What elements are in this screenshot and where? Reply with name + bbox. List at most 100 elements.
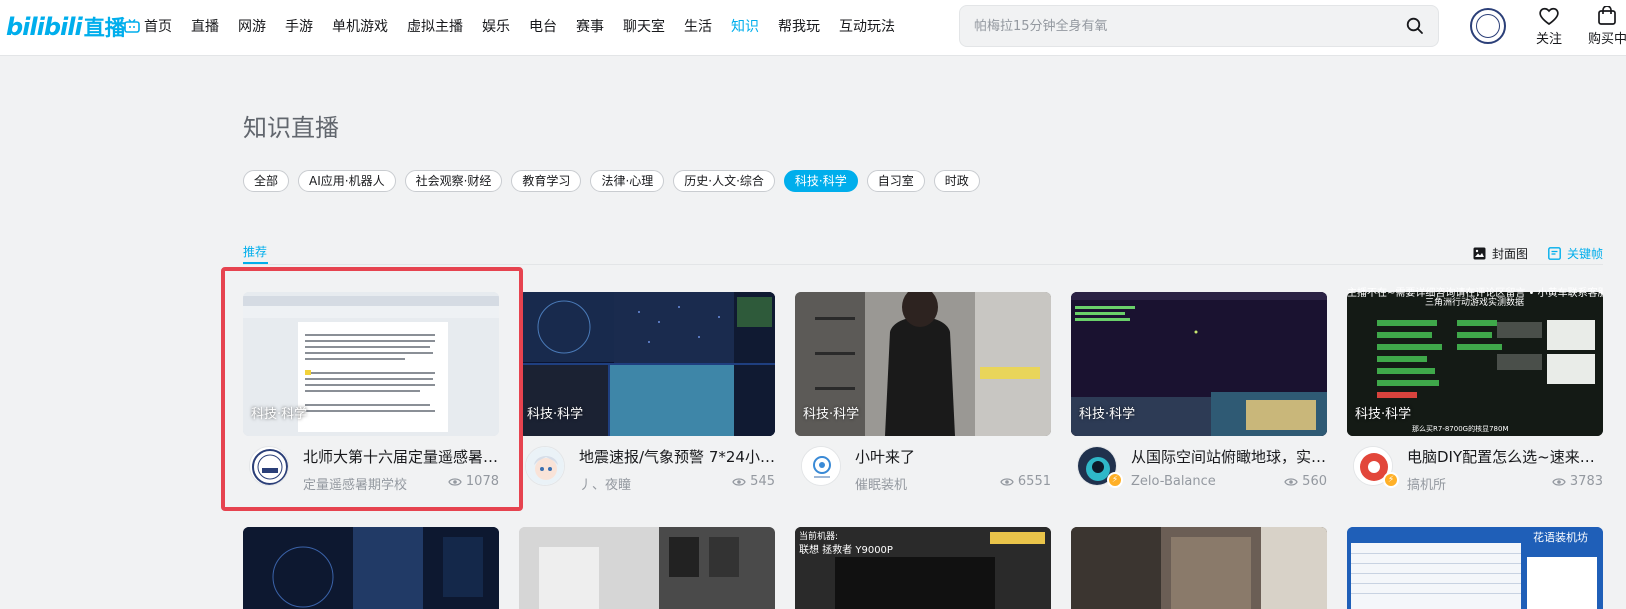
eye-icon xyxy=(732,477,746,486)
category-tags: 全部 AI应用·机器人 社会观察·财经 教育学习 法律·心理 历史·人文·综合 科技·科学自… xyxy=(243,170,989,192)
card-thumbnail[interactable]: 科技·科学 xyxy=(243,292,499,436)
nav-item-9[interactable]: 聊天室 xyxy=(623,16,665,36)
card-author[interactable]: 定量遥感暑期学校 xyxy=(303,474,407,493)
main-nav: 首页 直播 网游 手游 单机游戏 虚拟主播 娱乐 电台 赛事 聊天室 生活 知识 帮我玩 互动玩法 xyxy=(124,0,914,52)
live-card-thumbnail[interactable] xyxy=(1071,527,1327,609)
buy-button[interactable]: 购买中 xyxy=(1588,6,1626,47)
card-views: 545 xyxy=(732,474,775,489)
tabs-divider xyxy=(243,264,1603,265)
nav-item-4[interactable]: 单机游戏 xyxy=(332,16,388,36)
nav-item-label: 虚拟主播 xyxy=(407,19,463,35)
card-category-label: 科技·科学 xyxy=(527,407,584,422)
card-thumbnail[interactable]: 科技·科学 xyxy=(519,292,775,436)
nav-item-2[interactable]: 网游 xyxy=(238,16,266,36)
category-tag[interactable]: 历史·人文·综合 xyxy=(673,170,775,192)
live-card[interactable]: 科技·科学 小叶来了 催眠装机 6551 xyxy=(795,292,1051,502)
view-cover-label: 封面图 xyxy=(1492,247,1529,261)
thumbnail-text: 花语装机坊 xyxy=(1533,531,1588,544)
card-title[interactable]: 从国际空间站俯瞰地球，实时直播 xyxy=(1131,446,1327,467)
search-icon[interactable] xyxy=(1406,17,1424,35)
view-count: 545 xyxy=(750,474,775,489)
image-icon xyxy=(1473,247,1486,260)
card-title[interactable]: 电脑DIY配置怎么选~速来咨询 xyxy=(1407,446,1603,467)
streamer-avatar[interactable] xyxy=(801,446,841,486)
bilibili-live-logo[interactable]: bilibili 直播 xyxy=(6,12,126,42)
live-card-thumbnail[interactable]: 当前机器: 联想 拯救者 Y9000P xyxy=(795,527,1051,609)
nav-item-12[interactable]: 帮我玩 xyxy=(778,16,820,36)
follow-button[interactable]: 关注 xyxy=(1524,6,1574,47)
card-title[interactable]: 北师大第十六届定量遥感暑期学校 xyxy=(303,446,499,467)
nav-item-1[interactable]: 直播 xyxy=(191,16,219,36)
user-avatar[interactable] xyxy=(1470,8,1506,44)
nav-item-3[interactable]: 手游 xyxy=(285,16,313,36)
category-tag[interactable]: 科技·科学 xyxy=(783,170,858,192)
nav-item-0[interactable]: 首页 xyxy=(124,16,172,36)
tab-recommend[interactable]: 推荐 xyxy=(243,243,267,260)
eye-icon xyxy=(1552,477,1566,486)
nav-item-10[interactable]: 生活 xyxy=(684,16,712,36)
nav-item-13[interactable]: 互动玩法 xyxy=(839,16,895,36)
live-card[interactable]: 科技·科学 ⚡ 从国际空间站俯瞰地球，实时直播 Zelo-Balance 560 xyxy=(1071,292,1327,502)
nav-item-label: 知识 xyxy=(731,19,759,35)
live-card[interactable]: 科技·科学 地震速报/气象预警 7*24小时直播 丿、夜瞳 545 xyxy=(519,292,775,502)
keyframe-icon xyxy=(1548,247,1561,260)
view-keyframe-toggle[interactable]: 关键帧 xyxy=(1548,245,1603,262)
logo-live-text: 直播 xyxy=(83,16,126,40)
map-thumbnail xyxy=(243,527,499,609)
live-card[interactable]: 三角洲行动游戏实测数据 那么买R7-8700G的核显780M 科技·科学 ⚡ 电… xyxy=(1347,292,1603,502)
view-cover-toggle[interactable]: 封面图 xyxy=(1473,245,1528,262)
card-title[interactable]: 地震速报/气象预警 7*24小时直播 xyxy=(579,446,775,467)
view-count: 560 xyxy=(1302,474,1327,489)
category-tag[interactable]: 全部 xyxy=(243,170,290,192)
nav-item-5[interactable]: 虚拟主播 xyxy=(407,16,463,36)
nav-item-7[interactable]: 电台 xyxy=(529,16,557,36)
live-badge-icon: ⚡ xyxy=(1383,472,1399,488)
view-keyframe-label: 关键帧 xyxy=(1567,247,1604,261)
nav-item-label: 聊天室 xyxy=(623,19,665,35)
card-author[interactable]: 丿、夜瞳 xyxy=(579,474,631,493)
card-category-label: 科技·科学 xyxy=(1079,407,1136,422)
category-tag[interactable]: 自习室 xyxy=(866,170,925,192)
nav-item-label: 生活 xyxy=(684,19,712,35)
nav-item-label: 首页 xyxy=(144,19,172,35)
view-count: 6551 xyxy=(1017,474,1051,489)
pc-shop-thumbnail xyxy=(519,527,775,609)
card-thumbnail[interactable]: 科技·科学 xyxy=(1071,292,1327,436)
card-thumbnail[interactable]: 科技·科学 xyxy=(795,292,1051,436)
search-box xyxy=(959,5,1439,47)
card-info: 北师大第十六届定量遥感暑期学校 定量遥感暑期学校 1078 xyxy=(243,436,499,502)
live-card-thumbnail[interactable]: 花语装机坊 xyxy=(1347,527,1603,609)
streamer-avatar[interactable] xyxy=(249,446,289,486)
card-info: 地震速报/气象预警 7*24小时直播 丿、夜瞳 545 xyxy=(519,436,775,502)
buy-label: 购买中 xyxy=(1588,32,1626,47)
card-author[interactable]: 搞机所 xyxy=(1407,474,1446,493)
card-title[interactable]: 小叶来了 xyxy=(855,446,1051,467)
category-tag[interactable]: 社会观察·财经 xyxy=(404,170,503,192)
nav-item-11[interactable]: 知识 xyxy=(731,16,759,36)
live-card[interactable]: 科技·科学 北师大第十六届定量遥感暑期学校 定量遥感暑期学校 1078 xyxy=(243,292,499,502)
category-tag[interactable]: 教育学习 xyxy=(511,170,582,192)
streamer-avatar[interactable] xyxy=(525,446,565,486)
category-tag[interactable]: 法律·心理 xyxy=(590,170,665,192)
nav-item-label: 赛事 xyxy=(576,19,604,35)
shopping-bag-icon xyxy=(1598,6,1616,25)
tv-icon xyxy=(124,19,140,33)
nav-item-label: 帮我玩 xyxy=(778,19,820,35)
card-views: 1078 xyxy=(448,474,499,489)
category-tag[interactable]: AI应用·机器人 xyxy=(298,170,396,192)
nav-item-6[interactable]: 娱乐 xyxy=(482,16,510,36)
card-author[interactable]: 催眠装机 xyxy=(855,474,907,493)
thumbnail-text: 联想 拯救者 Y9000P xyxy=(799,545,893,556)
logo-wordmark: bilibili xyxy=(6,13,83,41)
card-views: 6551 xyxy=(1000,474,1051,489)
heart-icon xyxy=(1539,7,1559,26)
nav-item-8[interactable]: 赛事 xyxy=(576,16,604,36)
live-badge-icon: ⚡ xyxy=(1107,472,1123,488)
card-thumbnail[interactable]: 三角洲行动游戏实测数据 那么买R7-8700G的核显780M 科技·科学 xyxy=(1347,292,1603,436)
live-card-thumbnail[interactable] xyxy=(519,527,775,609)
live-card-thumbnail[interactable] xyxy=(243,527,499,609)
card-author[interactable]: Zelo-Balance xyxy=(1131,474,1216,489)
search-input[interactable] xyxy=(974,6,1374,46)
category-tag[interactable]: 时政 xyxy=(933,170,980,192)
card-category-label: 科技·科学 xyxy=(1355,407,1412,422)
